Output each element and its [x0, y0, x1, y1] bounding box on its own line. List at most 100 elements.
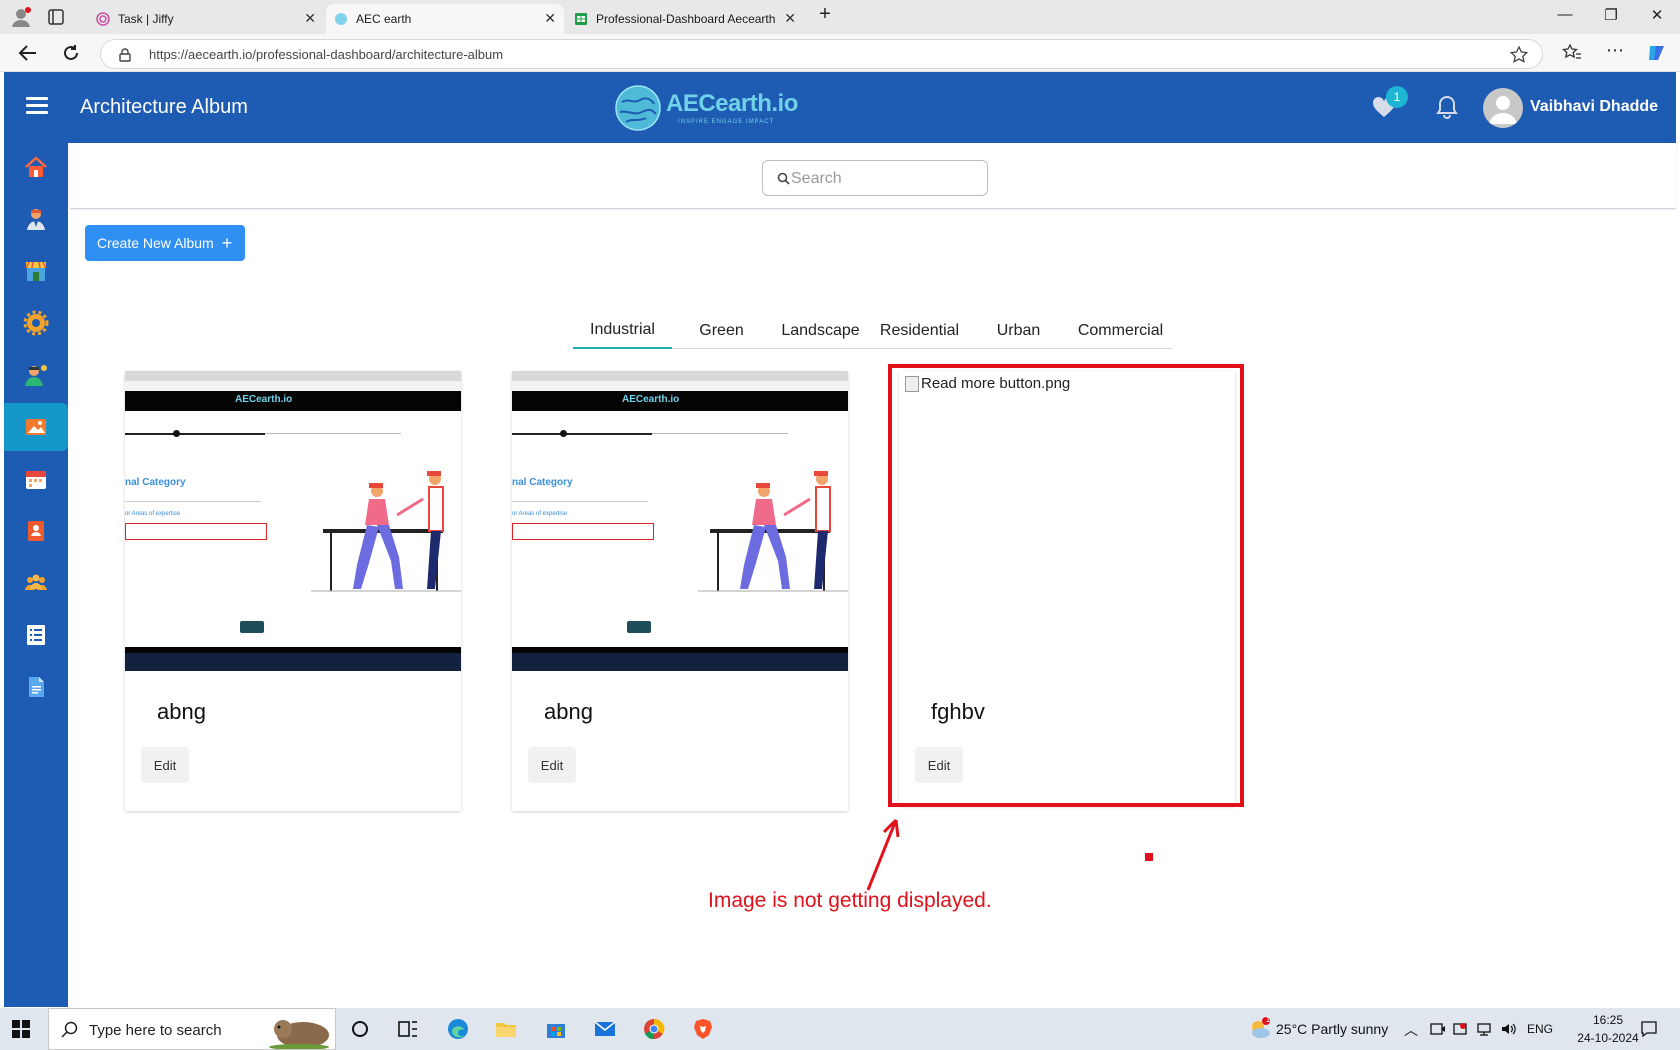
tab-actions-icon[interactable]: [48, 9, 64, 25]
show-hidden-icons-chevron-icon[interactable]: ︿: [1404, 1020, 1418, 1040]
mail-icon[interactable]: [593, 1017, 617, 1041]
aec-globe-icon: [335, 13, 347, 25]
url-text[interactable]: https://aecearth.io/professional-dashboa…: [149, 47, 503, 62]
profile-icon[interactable]: [10, 6, 32, 28]
browser-tab-sheets[interactable]: Professional-Dashboard Aecearth ✕: [566, 4, 804, 34]
thumbnail-stepper: [512, 433, 652, 435]
tab-residential[interactable]: Residential: [870, 313, 969, 349]
tab-commercial[interactable]: Commercial: [1068, 313, 1173, 349]
brave-browser-icon[interactable]: [691, 1017, 715, 1041]
minimize-window-button[interactable]: —: [1542, 6, 1588, 23]
thumbnail-divider: [512, 501, 648, 502]
close-window-button[interactable]: ✕: [1634, 6, 1680, 24]
sidebar-item-store[interactable]: [4, 247, 68, 295]
sidebar-item-contacts[interactable]: [4, 507, 68, 555]
app-header: Architecture Album AECearth.io INSPIRE E…: [4, 72, 1676, 143]
task-view-icon[interactable]: [396, 1017, 420, 1041]
globe-logo-icon: [615, 85, 661, 131]
create-new-album-button[interactable]: Create New Album +: [85, 225, 245, 261]
sidebar-item-album[interactable]: [4, 403, 68, 451]
clock-time[interactable]: 16:25: [1578, 1013, 1638, 1027]
weather-alert-badge: 1: [1265, 1015, 1271, 1024]
sidebar-item-settings[interactable]: [4, 299, 68, 347]
thumbnail-divider: [125, 501, 261, 502]
sidebar-item-expert[interactable]: [4, 351, 68, 399]
volume-icon[interactable]: [1500, 1021, 1516, 1037]
close-tab-icon[interactable]: ✕: [544, 11, 556, 25]
microsoft-store-icon[interactable]: [544, 1017, 568, 1041]
thumbnail-expertise-text: or Areas of expertise: [512, 511, 568, 517]
album-title: abng: [544, 699, 593, 724]
search-input[interactable]: [791, 169, 971, 189]
taskbar-search-box[interactable]: Type here to search: [48, 1008, 336, 1050]
close-tab-icon[interactable]: ✕: [784, 11, 796, 25]
back-arrow-icon[interactable]: [18, 44, 38, 62]
edge-browser-icon[interactable]: [446, 1017, 470, 1041]
tab-landscape[interactable]: Landscape: [771, 313, 870, 349]
search-bar: [70, 143, 1676, 209]
sidebar-item-community[interactable]: [4, 559, 68, 607]
thumbnail-header: [125, 391, 461, 411]
tab-green[interactable]: Green: [672, 313, 771, 349]
album-card[interactable]: AECearth.io nal Category or Areas of exp…: [512, 371, 848, 811]
user-name[interactable]: Vaibhavi Dhadde: [1530, 98, 1658, 116]
clock-date[interactable]: 24-10-2024: [1572, 1031, 1644, 1045]
thumbnail-illustration: [698, 471, 848, 592]
meet-now-icon[interactable]: [1430, 1021, 1446, 1037]
sidebar-item-home[interactable]: [4, 143, 68, 191]
album-card[interactable]: AECearth.io nal Category or Areas of exp…: [125, 371, 461, 811]
favorite-star-icon[interactable]: [1510, 46, 1528, 64]
thumbnail-expertise-text: or Areas of expertise: [125, 511, 181, 517]
annotation-text: Image is not getting displayed.: [708, 889, 992, 912]
close-tab-icon[interactable]: ✕: [304, 11, 316, 25]
search-box[interactable]: [762, 160, 988, 196]
file-explorer-icon[interactable]: [494, 1017, 518, 1041]
browser-tab-jiffy[interactable]: Task | Jiffy ✕: [88, 4, 324, 34]
album-thumbnail[interactable]: AECearth.io nal Category or Areas of exp…: [125, 371, 461, 671]
album-thumbnail[interactable]: AECearth.io nal Category or Areas of exp…: [512, 371, 848, 671]
notification-center-icon[interactable]: [1640, 1020, 1658, 1038]
more-menu-icon[interactable]: ⋯: [1606, 40, 1624, 61]
thumbnail-stepper: [125, 433, 265, 435]
chrome-icon[interactable]: [642, 1017, 666, 1041]
reload-icon[interactable]: [62, 44, 80, 62]
notification-bell-icon[interactable]: [1434, 94, 1460, 120]
aecearth-logo[interactable]: AECearth.io INSPIRE ENGAGE IMPACT: [610, 84, 810, 132]
calendar-icon: [26, 471, 46, 489]
home-icon: [25, 156, 47, 177]
sidebar-item-calendar[interactable]: [4, 455, 68, 503]
plus-icon: +: [221, 233, 233, 253]
contact-book-icon: [28, 521, 44, 541]
edit-button[interactable]: Edit: [528, 747, 576, 783]
tab-industrial[interactable]: Industrial: [573, 313, 672, 349]
weather-text[interactable]: 25°C Partly sunny: [1276, 1021, 1388, 1037]
user-avatar-icon: [1489, 96, 1517, 124]
sidebar-item-documents[interactable]: [4, 663, 68, 711]
battery-sync-icon[interactable]: [1452, 1021, 1468, 1037]
tab-urban[interactable]: Urban: [969, 313, 1068, 349]
sidebar: [4, 143, 68, 1007]
site-info-lock-icon[interactable]: [119, 48, 131, 62]
new-tab-button[interactable]: +: [802, 3, 848, 26]
thumbnail-browser-tabs: [125, 371, 461, 381]
cortana-icon[interactable]: [348, 1017, 372, 1041]
browser-tab-aec-earth[interactable]: AEC earth ✕: [326, 4, 564, 34]
thumbnail-illustration: [311, 471, 461, 592]
favorites-bar-icon[interactable]: [1562, 44, 1582, 62]
user-avatar[interactable]: [1483, 88, 1523, 128]
language-indicator[interactable]: ENG: [1527, 1022, 1553, 1036]
thumbnail-address-bar: [512, 381, 848, 391]
thumbnail-header: [512, 391, 848, 411]
hamburger-menu-icon[interactable]: [26, 97, 48, 115]
store-icon: [25, 261, 47, 281]
edit-button[interactable]: Edit: [141, 747, 189, 783]
copilot-icon[interactable]: [1646, 42, 1668, 64]
logo-wordmark: AECearth.io: [666, 90, 798, 117]
thumbnail-taskbar: [125, 653, 461, 671]
windows-start-icon[interactable]: [12, 1020, 30, 1038]
address-bar[interactable]: https://aecearth.io/professional-dashboa…: [100, 39, 1543, 69]
sidebar-item-professional[interactable]: [4, 195, 68, 243]
restore-window-button[interactable]: ❐: [1588, 6, 1634, 24]
sidebar-item-list[interactable]: [4, 611, 68, 659]
network-icon[interactable]: [1476, 1021, 1492, 1037]
